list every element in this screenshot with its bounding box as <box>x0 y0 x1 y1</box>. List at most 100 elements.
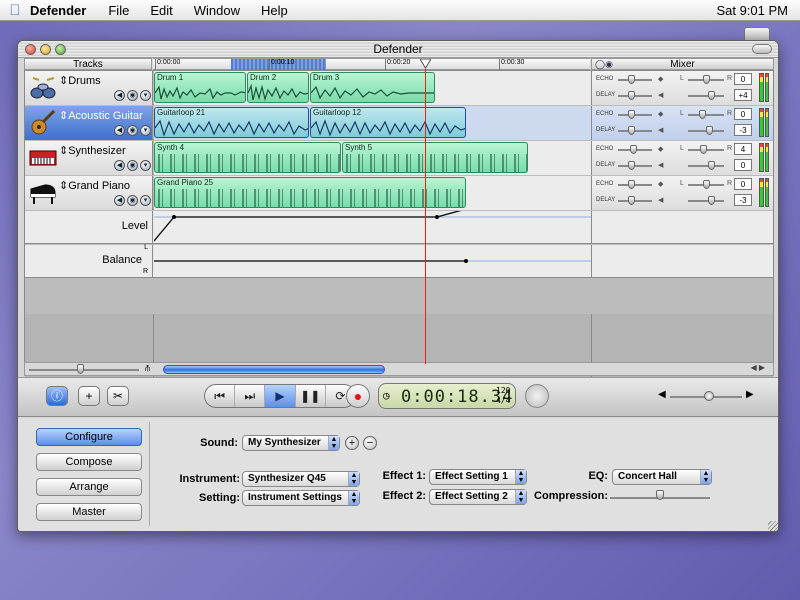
track-timeline[interactable]: Guitarloop 21 Guitarloop 12 <box>154 106 591 140</box>
delay-slider-knob[interactable] <box>628 91 635 100</box>
audio-region[interactable]: Drum 3 <box>310 72 435 103</box>
master-button[interactable]: Master <box>36 503 142 521</box>
solo-button[interactable]: ◉ <box>127 195 138 206</box>
pan-slider-knob[interactable] <box>703 75 710 84</box>
mute-button[interactable]: ◀ <box>114 90 125 101</box>
track-header[interactable]: ⇕Acoustic Guitar ◀ ◉ ▾ <box>25 106 153 140</box>
play-button[interactable]: ▶ <box>265 385 296 407</box>
delay-slider[interactable] <box>618 200 652 202</box>
track-name[interactable]: ⇕Synthesizer <box>59 144 126 157</box>
pan-slider-knob[interactable] <box>703 180 710 189</box>
timeline-ruler[interactable]: 0:00:00 0:00:10 0:00:20 0:00:30 <box>153 58 590 70</box>
track-row-acoustic-guitar[interactable]: ⇕Acoustic Guitar ◀ ◉ ▾ Guitarloop 21 Gui… <box>25 106 773 140</box>
midi-region[interactable]: Synth 5 <box>342 142 528 173</box>
fast-forward-button[interactable]: ⏭ <box>235 385 266 407</box>
menu-edit[interactable]: Edit <box>150 3 172 18</box>
info-button[interactable]: ⓘ <box>46 386 68 406</box>
disclosure-button[interactable]: ▾ <box>140 90 151 101</box>
solo-button[interactable]: ◉ <box>127 125 138 136</box>
record-button[interactable]: ● <box>346 384 370 408</box>
setting-popup[interactable]: Instrument Settings ▲ ▼ <box>242 490 360 506</box>
playhead-handle-icon[interactable] <box>419 58 432 69</box>
zoom-slider[interactable] <box>29 369 139 371</box>
delay-value-field[interactable]: -3 <box>734 194 752 206</box>
disclosure-button[interactable]: ▾ <box>140 125 151 136</box>
track-timeline[interactable]: Grand Piano 25 <box>154 176 591 210</box>
echo-slider-knob[interactable] <box>630 145 637 154</box>
audio-region[interactable]: Guitarloop 12 <box>310 107 466 138</box>
track-name[interactable]: ⇕Acoustic Guitar <box>59 109 143 122</box>
sound-popup[interactable]: My Synthesizer ▲ ▼ <box>242 435 340 451</box>
echo-value-field[interactable]: 4 <box>734 143 752 155</box>
resize-grip-icon[interactable] <box>768 521 778 531</box>
pan-slider[interactable] <box>688 114 724 116</box>
compression-slider-knob[interactable] <box>656 490 664 500</box>
instrument-popup[interactable]: Synthesizer Q45 ▲ ▼ <box>242 471 360 487</box>
title-bar[interactable]: Defender <box>18 41 778 58</box>
audio-region[interactable]: Drum 2 <box>247 72 309 103</box>
playhead[interactable] <box>425 69 426 364</box>
solo-button[interactable]: ◉ <box>127 90 138 101</box>
delay-value-field[interactable]: 0 <box>734 159 752 171</box>
delay-slider-knob[interactable] <box>628 126 635 135</box>
menu-file[interactable]: File <box>108 3 129 18</box>
delay-slider[interactable] <box>618 95 652 97</box>
echo-slider-knob[interactable] <box>628 75 635 84</box>
delay-value-field[interactable]: +4 <box>734 89 752 101</box>
time-display[interactable]: ◷ 0:00:18.34 120 4/4 <box>378 383 516 409</box>
master-volume-knob[interactable] <box>704 391 714 401</box>
track-row-grand-piano[interactable]: ⇕Grand Piano ◀ ◉ ▾ Grand Piano 25 ECHO ◆… <box>25 176 773 210</box>
horizontal-scrollbar-thumb[interactable] <box>163 365 385 374</box>
delay-slider-knob[interactable] <box>628 196 635 205</box>
delay-slider[interactable] <box>618 165 652 167</box>
volume-slider[interactable] <box>688 200 724 202</box>
solo-button[interactable]: ◉ <box>127 160 138 171</box>
delay-value-field[interactable]: -3 <box>734 124 752 136</box>
audio-region[interactable]: Guitarloop 21 <box>154 107 309 138</box>
track-header[interactable]: ⇕Grand Piano ◀ ◉ ▾ <box>25 176 153 210</box>
pan-slider-knob[interactable] <box>700 145 707 154</box>
echo-value-field[interactable]: 0 <box>734 108 752 120</box>
configure-button[interactable]: Configure <box>36 428 142 446</box>
echo-slider[interactable] <box>618 184 652 186</box>
track-name[interactable]: ⇕Grand Piano <box>59 179 130 192</box>
echo-slider-knob[interactable] <box>628 110 635 119</box>
balance-curve[interactable] <box>154 245 591 278</box>
volume-slider-knob[interactable] <box>708 161 715 170</box>
pause-button[interactable]: ❚❚ <box>296 385 326 407</box>
zoom-button[interactable] <box>55 44 66 55</box>
echo-value-field[interactable]: 0 <box>734 178 752 190</box>
volume-slider-knob[interactable] <box>706 126 713 135</box>
volume-slider-knob[interactable] <box>708 196 715 205</box>
disclosure-button[interactable]: ▾ <box>140 195 151 206</box>
minimize-button[interactable] <box>40 44 51 55</box>
eq-popup[interactable]: Concert Hall ▲ ▼ <box>612 469 712 485</box>
volume-slider[interactable] <box>688 165 724 167</box>
menu-window[interactable]: Window <box>194 3 240 18</box>
mute-button[interactable]: ◀ <box>114 195 125 206</box>
volume-slider[interactable] <box>688 95 724 97</box>
mixer-view-icons[interactable]: ◯◉ <box>595 59 613 70</box>
track-timeline[interactable]: Drum 1 Drum 2 Drum 3 <box>154 71 591 105</box>
effect1-popup[interactable]: Effect Setting 1 ▲ ▼ <box>429 469 527 485</box>
close-button[interactable] <box>25 44 36 55</box>
audio-region[interactable]: Drum 1 <box>154 72 246 103</box>
delay-slider-knob[interactable] <box>628 161 635 170</box>
remove-sound-button[interactable]: − <box>363 436 377 450</box>
pan-slider-knob[interactable] <box>699 110 706 119</box>
delay-slider[interactable] <box>618 130 652 132</box>
add-sound-button[interactable]: + <box>345 436 359 450</box>
app-menu[interactable]: Defender <box>30 3 86 18</box>
zoom-fit-icon[interactable]: ⫚ <box>145 363 150 374</box>
level-curve[interactable] <box>154 211 591 244</box>
rewind-button[interactable]: ⏮ <box>205 385 236 407</box>
menu-help[interactable]: Help <box>261 3 288 18</box>
scroll-arrows-icon[interactable]: ◀ ▶ <box>750 363 765 372</box>
edit-tool-button[interactable]: ✂ <box>107 386 129 406</box>
zoom-slider-knob[interactable] <box>77 364 84 374</box>
compose-button[interactable]: Compose <box>36 453 142 471</box>
midi-region[interactable]: Grand Piano 25 <box>154 177 466 208</box>
track-timeline[interactable]: Synth 4 Synth 5 <box>154 141 591 175</box>
mute-button[interactable]: ◀ <box>114 125 125 136</box>
midi-region[interactable]: Synth 4 <box>154 142 341 173</box>
